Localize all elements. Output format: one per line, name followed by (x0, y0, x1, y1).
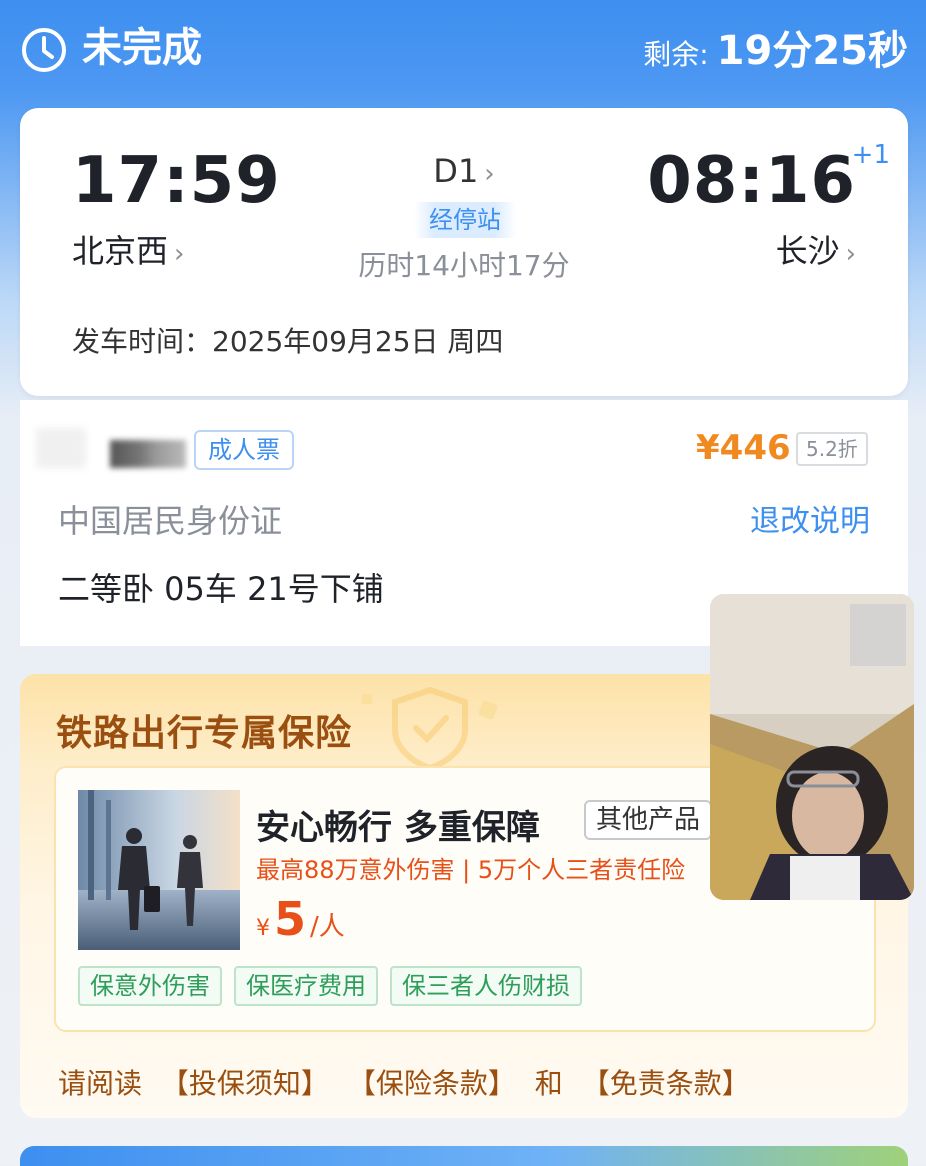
trip-card: 17:59 北京西 › D1 › 经停站 历时14小时17分 08:16 +1 长沙… (20, 108, 908, 396)
arrival-station-label: 长沙 (775, 232, 840, 270)
price-value: 5 (274, 892, 307, 946)
passenger-name-redacted (110, 440, 186, 468)
shield-icon (362, 686, 498, 772)
promo-banner[interactable] (20, 1146, 908, 1166)
price-unit: /人 (310, 912, 345, 942)
other-products-button[interactable]: 其他产品 (584, 800, 713, 840)
clock-icon (22, 28, 66, 72)
terms-and: 和 (534, 1067, 563, 1100)
insurance-price: ¥ 5 /人 (256, 892, 345, 946)
payment-countdown: 剩余: 19分25秒 (643, 18, 908, 76)
coverage-summary: 最高88万意外伤害 | 5万个人三者责任险 (256, 856, 686, 884)
price-currency: ¥ (256, 916, 270, 941)
passenger-name-redacted (36, 428, 86, 468)
refund-policy-link[interactable]: 退改说明 (750, 496, 870, 540)
chevron-right-icon: › (845, 239, 856, 269)
coverage-tag: 保三者人伤财损 (390, 966, 582, 1006)
ticket-type-badge: 成人票 (194, 430, 294, 470)
product-name: 安心畅行 多重保障 (256, 808, 540, 848)
order-status: 未完成 (82, 25, 202, 71)
video-call-window[interactable] (710, 594, 914, 900)
coverage-tags: 保意外伤害 保医疗费用 保三者人伤财损 (78, 966, 594, 1006)
coverage-tag: 保医疗费用 (234, 966, 378, 1006)
insurance-terms: 请阅读 【投保须知】 【保险条款】 和 【免责条款】 (58, 1062, 760, 1102)
insurance-section-title: 铁路出行专属保险 (56, 713, 353, 754)
arrival-day-offset: +1 (851, 140, 890, 170)
train-number-label: D1 (433, 152, 479, 190)
arrival-time: 08:16 (647, 144, 856, 218)
id-type: 中国居民身份证 (58, 502, 283, 540)
clauses-link[interactable]: 【保险条款】 (348, 1067, 516, 1100)
countdown-label: 剩余: (643, 38, 709, 71)
coverage-tag: 保意外伤害 (78, 966, 222, 1006)
arrival-station[interactable]: 长沙 › (776, 226, 856, 272)
departure-date: 发车时间：2025年09月25日 周四 (72, 325, 504, 358)
video-call-feed (710, 594, 914, 900)
terms-prefix: 请阅读 (58, 1067, 143, 1100)
status-header: 未完成 剩余: 19分25秒 (0, 0, 926, 100)
discount-badge: 5.2折 (796, 432, 868, 466)
travelers-image (78, 790, 240, 950)
stops-button[interactable]: 经停站 (414, 202, 516, 238)
countdown-value: 19分25秒 (716, 28, 908, 74)
notice-link[interactable]: 【投保须知】 (161, 1067, 329, 1100)
exemption-link[interactable]: 【免责条款】 (582, 1067, 750, 1100)
chevron-right-icon: › (484, 159, 495, 189)
seat-info: 二等卧 05车 21号下铺 (58, 570, 384, 608)
ticket-price: ¥446 (696, 428, 791, 468)
